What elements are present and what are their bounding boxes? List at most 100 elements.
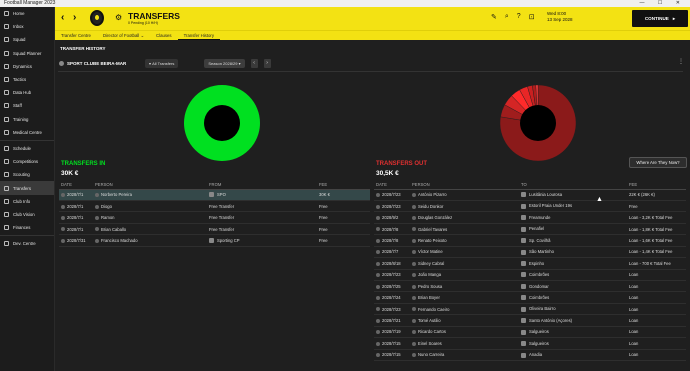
- cell-person[interactable]: Francisco Machado: [93, 234, 207, 247]
- cell-club[interactable]: Free Transfer: [207, 211, 317, 224]
- cell-person[interactable]: Fernando Caeiro: [410, 303, 519, 316]
- table-row[interactable]: 2028/7/24 Brian Boyer Coimbrões Loan: [374, 291, 686, 304]
- cell-person[interactable]: Douglas González: [410, 211, 519, 224]
- cell-club[interactable]: Coimbrões: [519, 291, 627, 304]
- help-icon[interactable]: ?: [517, 13, 521, 21]
- cell-club[interactable]: Coimbrões: [519, 269, 627, 282]
- cell-club[interactable]: Free Transfer: [207, 200, 317, 213]
- cell-person[interactable]: Pedro Sousa: [410, 280, 519, 293]
- cell-person[interactable]: Sidney Cabral: [410, 257, 519, 270]
- cell-person[interactable]: Brian Boyer: [410, 291, 519, 304]
- col-date[interactable]: DATE: [59, 181, 93, 190]
- club-crest[interactable]: [90, 10, 104, 26]
- cell-person[interactable]: Tomé Autilio: [410, 314, 519, 327]
- col-person[interactable]: PERSON: [93, 181, 207, 190]
- cell-club[interactable]: Salgueiros: [519, 337, 627, 350]
- cell-club[interactable]: Lusitânia Lourosa: [519, 189, 627, 201]
- cell-club[interactable]: Freamunde: [519, 211, 627, 224]
- table-row[interactable]: 2028/7/1 Brian Caballo Free Transfer Free: [59, 223, 370, 236]
- sidebar-item-dynamics[interactable]: Dynamics: [0, 60, 54, 73]
- search-icon[interactable]: ⌕: [505, 13, 509, 21]
- col-date[interactable]: DATE: [374, 181, 410, 190]
- sidebar-item-medical-centre[interactable]: Medical Centre: [0, 126, 54, 139]
- sidebar-item-scouting[interactable]: Scouting: [0, 168, 54, 181]
- edit-icon[interactable]: ✎: [491, 13, 497, 21]
- sidebar-item-competitions[interactable]: Competitions: [0, 155, 54, 168]
- back-arrow-icon[interactable]: ‹: [61, 13, 64, 23]
- cell-club[interactable]: SPO: [207, 189, 317, 201]
- cell-club[interactable]: Santo António (Açores): [519, 314, 627, 327]
- table-row[interactable]: 2028/7/23 António Pizarro Lusitânia Louros…: [374, 189, 686, 201]
- cell-club[interactable]: Salgueiros: [519, 326, 627, 339]
- cell-club[interactable]: Free Transfer: [207, 223, 317, 236]
- table-row[interactable]: 2028/7/15 Nuno Carreira Anadia Loan: [374, 349, 686, 362]
- table-row[interactable]: 2028/7/21 Tomé Autilio Santo António (Açor…: [374, 314, 686, 327]
- prev-season-button[interactable]: ‹: [250, 58, 258, 68]
- sidebar-item-club-vision[interactable]: Club Vision: [0, 208, 54, 221]
- cell-club[interactable]: Estoril Praia Under 19s: [519, 200, 627, 213]
- cell-person[interactable]: Ricardo Cartos: [410, 326, 519, 339]
- table-row[interactable]: 2028/7/23 João Manga Coimbrões Loan: [374, 269, 686, 282]
- cell-person[interactable]: Gabriel Tavares: [410, 223, 519, 236]
- table-row[interactable]: 2028/7/1 Ramon Free Transfer Free: [59, 211, 370, 224]
- sidebar-item-squad-planner[interactable]: Squad Planner: [0, 47, 54, 60]
- forward-arrow-icon[interactable]: ›: [73, 13, 76, 23]
- table-row[interactable]: 2028/7/1 Norberto Pereira SPO 30K €: [59, 189, 370, 201]
- transfer-filter-dropdown[interactable]: ▾ All Transfers: [145, 58, 179, 68]
- cell-person[interactable]: Seidu Donkor: [410, 200, 519, 213]
- sidebar-item-home[interactable]: Home: [0, 7, 54, 20]
- tab-transfer-centre[interactable]: Transfer Centre: [55, 31, 97, 40]
- cell-person[interactable]: Víctor Matine: [410, 246, 519, 259]
- cell-club[interactable]: Penafiel: [519, 223, 627, 236]
- table-row[interactable]: 2028/7/15 Einel Soares Salgueiros Loan: [374, 337, 686, 350]
- fm-icon[interactable]: ⊡: [529, 13, 535, 21]
- table-row[interactable]: 2028/7/19 Ricardo Cartos Salgueiros Loan: [374, 326, 686, 339]
- cell-person[interactable]: Norberto Pereira: [93, 189, 207, 201]
- table-row[interactable]: 2028/7/25 Pedro Sousa Gondomar Loan: [374, 280, 686, 293]
- table-row[interactable]: 2028/8/18 Sidney Cabral Espinho Loan - 700 …: [374, 257, 686, 270]
- season-selector[interactable]: Season 2028/29 ▾: [204, 58, 245, 68]
- cell-club[interactable]: Gondomar: [519, 280, 627, 293]
- sidebar-item-tactics[interactable]: Tactics: [0, 73, 54, 86]
- sidebar-item-staff[interactable]: Staff: [0, 99, 54, 112]
- sidebar-item-training[interactable]: Training: [0, 113, 54, 126]
- sidebar-item-schedule[interactable]: Schedule: [0, 142, 54, 155]
- next-season-button[interactable]: ›: [263, 58, 271, 68]
- col-from[interactable]: FROM: [207, 181, 317, 190]
- table-row[interactable]: 2028/7/7 Víctor Matine São Martinho Loan - …: [374, 246, 686, 259]
- col-fee[interactable]: FEE: [317, 181, 370, 190]
- cell-club[interactable]: Anadia: [519, 349, 627, 362]
- window-controls[interactable]: — ☐ ✕: [640, 0, 686, 7]
- cell-person[interactable]: Nuno Carreira: [410, 349, 519, 362]
- sidebar-item-finances[interactable]: Finances: [0, 221, 54, 234]
- sidebar-item-dev-centre[interactable]: Dev. Centre: [0, 237, 54, 250]
- sidebar-item-club-info[interactable]: Club Info: [0, 195, 54, 208]
- where-are-they-now-button[interactable]: Where Are They Now?: [629, 157, 687, 168]
- col-person[interactable]: PERSON: [410, 181, 519, 190]
- sidebar-item-inbox[interactable]: Inbox: [0, 20, 54, 33]
- gear-icon[interactable]: ⚙: [115, 13, 122, 22]
- cell-club[interactable]: Espinho: [519, 257, 627, 270]
- continue-button[interactable]: CONTINUE ▸: [632, 10, 688, 27]
- table-row[interactable]: 2028/7/23 Fernando Caeiro Oliveira Bairro L…: [374, 303, 686, 316]
- cell-club[interactable]: Sp. Covilhã: [519, 234, 627, 247]
- cell-person[interactable]: Renato Peixoto: [410, 234, 519, 247]
- cell-club[interactable]: Oliveira Bairro: [519, 303, 627, 316]
- sidebar-item-data-hub[interactable]: Data Hub: [0, 86, 54, 99]
- tab-clauses[interactable]: Clauses: [150, 31, 178, 40]
- table-row[interactable]: 2028/7/8 Gabriel Tavares Penafiel Loan - 1,…: [374, 223, 686, 236]
- more-options-icon[interactable]: ⋮: [678, 58, 684, 65]
- col-to[interactable]: TO: [519, 181, 627, 190]
- cell-person[interactable]: João Manga: [410, 269, 519, 282]
- cell-club[interactable]: São Martinho: [519, 246, 627, 259]
- club-selector[interactable]: SPORT CLUBE BEIRA-MAR: [59, 60, 139, 66]
- cell-person[interactable]: Diogo: [93, 200, 207, 213]
- cell-person[interactable]: António Pizarro: [410, 189, 519, 201]
- cell-club[interactable]: Sporting CP: [207, 234, 317, 247]
- table-row[interactable]: 2028/7/1 Diogo Free Transfer Free: [59, 200, 370, 213]
- table-row[interactable]: 2028/7/31 Francisco Machado Sporting CP Fre…: [59, 234, 370, 247]
- table-row[interactable]: 2028/7/23 Seidu Donkor Estoril Praia Under…: [374, 200, 686, 213]
- sidebar-item-transfers[interactable]: Transfers: [0, 181, 54, 195]
- tab-director-of-football[interactable]: Director of Football ⌄: [97, 31, 150, 40]
- table-row[interactable]: 2028/9/2 Douglas González Freamunde Loan - …: [374, 211, 686, 224]
